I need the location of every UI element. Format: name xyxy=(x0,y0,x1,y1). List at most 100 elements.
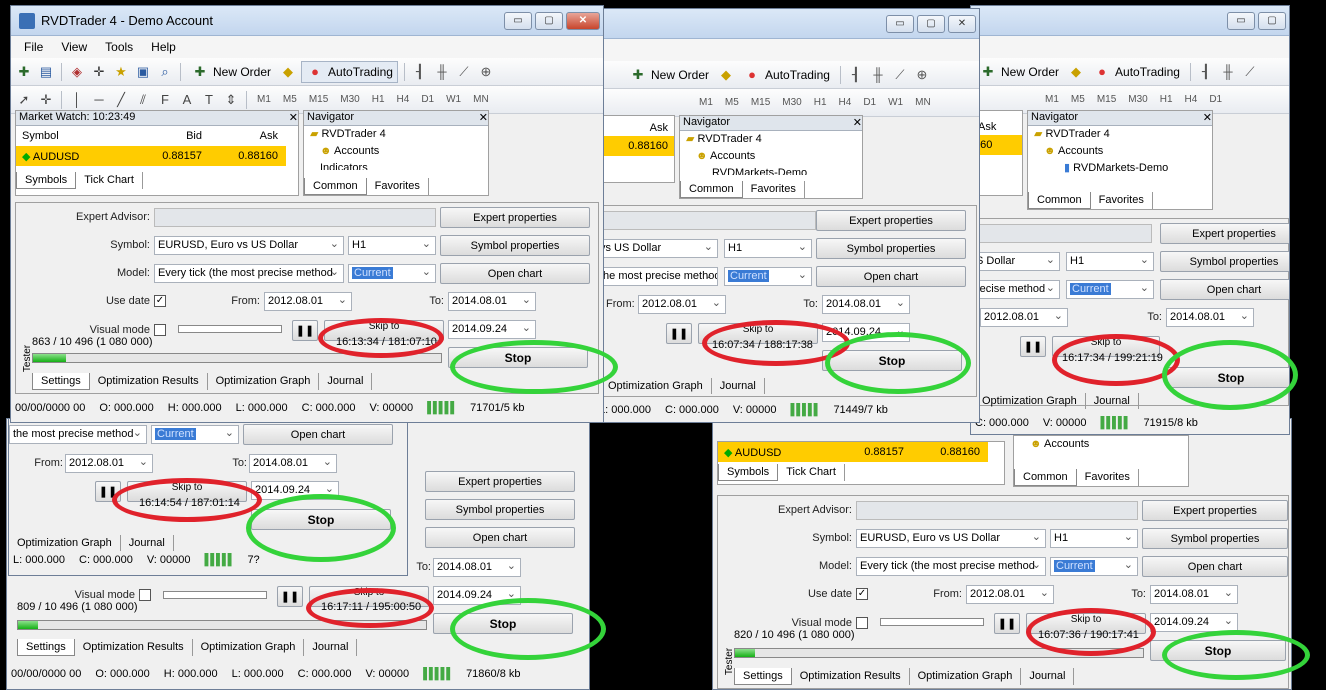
nav-accounts[interactable]: ☻ Accounts xyxy=(310,143,488,160)
channel-icon[interactable]: ⫽ xyxy=(134,91,152,109)
crosshair-tool-icon[interactable]: ✛ xyxy=(37,91,55,109)
symbol-properties-button[interactable]: Symbol properties xyxy=(425,499,575,520)
title-bar[interactable]: ▭ ▢ xyxy=(971,6,1289,36)
new-order-button[interactable]: ✚ New Order xyxy=(187,61,275,83)
tf-h4[interactable]: H4 xyxy=(393,94,414,105)
tf-m15[interactable]: M15 xyxy=(747,97,774,108)
to-date[interactable]: 2014.08.01 xyxy=(1150,585,1238,604)
visual-mode-checkbox[interactable] xyxy=(139,589,151,601)
market-watch-row[interactable]: ◆ AUDUSD 0.88157 0.88160 xyxy=(16,146,286,166)
from-date[interactable]: 2012.08.01 xyxy=(980,308,1068,327)
tf-mn[interactable]: MN xyxy=(469,94,493,105)
period-select[interactable]: H1 xyxy=(724,239,812,258)
tf-h1[interactable]: H1 xyxy=(368,94,389,105)
tf-w1[interactable]: W1 xyxy=(884,97,907,108)
zoom-in-icon[interactable]: ⊕ xyxy=(913,66,931,84)
expert-properties-button[interactable]: Expert properties xyxy=(816,210,966,231)
to-date[interactable]: 2014.08.01 xyxy=(448,292,536,311)
use-date-checkbox[interactable]: ✓ xyxy=(856,588,868,600)
spread-select[interactable]: Current xyxy=(151,425,239,444)
maximize-icon[interactable]: ▢ xyxy=(917,14,945,33)
tf-w1[interactable]: W1 xyxy=(442,94,465,105)
fibonacci-icon[interactable]: F xyxy=(156,91,174,109)
line-chart-icon[interactable]: ⟋ xyxy=(891,66,909,84)
tf-m5[interactable]: M5 xyxy=(279,94,301,105)
symbol-properties-button[interactable]: Symbol properties xyxy=(1142,528,1288,549)
to-date[interactable]: 2014.08.01 xyxy=(1166,308,1254,327)
tf-d1[interactable]: D1 xyxy=(1205,94,1226,105)
pause-button[interactable]: ❚❚ xyxy=(277,586,303,607)
from-date[interactable]: 2012.08.01 xyxy=(966,585,1054,604)
tf-m1[interactable]: M1 xyxy=(253,94,275,105)
close-icon[interactable]: ✕ xyxy=(948,14,976,33)
from-date[interactable]: 2012.08.01 xyxy=(264,292,352,311)
tab-common[interactable]: Common xyxy=(304,178,367,195)
nav-accounts[interactable]: ☻ Accounts xyxy=(686,148,862,165)
model-select[interactable]: the most precise method xyxy=(9,425,147,444)
stop-button[interactable]: Stop xyxy=(1150,640,1286,661)
model-select[interactable]: the most precise method xyxy=(596,267,718,286)
nav-root[interactable]: ▰ RVDTrader 4 xyxy=(1034,126,1212,143)
symbol-properties-button[interactable]: Symbol properties xyxy=(1160,251,1289,272)
arrows-icon[interactable]: ⇕ xyxy=(222,91,240,109)
tab-favorites[interactable]: Favorites xyxy=(1091,192,1153,209)
menu-help[interactable]: Help xyxy=(142,40,185,54)
tf-m15[interactable]: M15 xyxy=(305,94,332,105)
candle-chart-icon[interactable]: ╫ xyxy=(1219,63,1237,81)
maximize-icon[interactable]: ▢ xyxy=(535,11,563,30)
tab-symbols[interactable]: Symbols xyxy=(16,172,77,189)
tf-m30[interactable]: M30 xyxy=(1124,94,1151,105)
expert-properties-button[interactable]: Expert properties xyxy=(440,207,590,228)
text-icon[interactable]: A xyxy=(178,91,196,109)
candle-chart-icon[interactable]: ╫ xyxy=(433,63,451,81)
open-chart-button[interactable]: Open chart xyxy=(1142,556,1288,577)
tab-settings[interactable]: Settings xyxy=(17,639,75,656)
autotrading-button[interactable]: ● AutoTrading xyxy=(1089,61,1184,83)
tab-tick-chart[interactable]: Tick Chart xyxy=(778,464,845,481)
market-watch-row[interactable]: 160 xyxy=(974,135,1022,155)
tab-journal[interactable]: Journal xyxy=(1021,668,1075,685)
tab-common[interactable]: Common xyxy=(1028,192,1091,209)
close-icon[interactable]: ✕ xyxy=(1203,111,1212,125)
model-select[interactable]: Every tick (the most precise method xyxy=(154,264,344,283)
visual-mode-checkbox[interactable] xyxy=(154,324,166,336)
use-date-checkbox[interactable]: ✓ xyxy=(154,295,166,307)
tab-favorites[interactable]: Favorites xyxy=(743,181,805,198)
menu-view[interactable]: View xyxy=(52,40,96,54)
tf-d1[interactable]: D1 xyxy=(417,94,438,105)
expert-advisor-select[interactable] xyxy=(154,208,436,227)
nav-indicators[interactable]: Indicators xyxy=(310,160,488,170)
tab-optimization-results[interactable]: Optimization Results xyxy=(75,639,193,656)
tf-m15[interactable]: M15 xyxy=(1093,94,1120,105)
expert-properties-button[interactable]: Expert properties xyxy=(1142,500,1288,521)
close-icon[interactable]: ✕ xyxy=(479,111,488,125)
pause-button[interactable]: ❚❚ xyxy=(666,323,692,344)
visual-mode-checkbox[interactable] xyxy=(856,617,868,629)
period-select[interactable]: H1 xyxy=(1050,529,1138,548)
from-date[interactable]: 2012.08.01 xyxy=(638,295,726,314)
navigator-icon[interactable]: ★ xyxy=(112,63,130,81)
spread-select[interactable]: Current xyxy=(348,264,436,283)
tab-favorites[interactable]: Favorites xyxy=(367,178,429,195)
tf-m1[interactable]: M1 xyxy=(695,97,717,108)
tab-optimization-graph[interactable]: Optimization Graph xyxy=(193,639,305,656)
symbol-select[interactable]: vs US Dollar xyxy=(596,239,718,258)
zoom-in-icon[interactable]: ⊕ xyxy=(477,63,495,81)
skip-date[interactable]: 2014.09.24 xyxy=(1150,613,1238,632)
tf-h4[interactable]: H4 xyxy=(835,97,856,108)
market-watch-icon[interactable]: ◈ xyxy=(68,63,86,81)
period-select[interactable]: H1 xyxy=(1066,252,1154,271)
minimize-icon[interactable]: ▭ xyxy=(504,11,532,30)
bar-chart-icon[interactable]: ┨ xyxy=(411,63,429,81)
nav-account-item[interactable]: RVDMarkets-Demo xyxy=(686,165,862,175)
skip-date[interactable]: 2014.09.24 xyxy=(822,323,910,342)
tf-h1[interactable]: H1 xyxy=(810,97,831,108)
tab-settings[interactable]: Settings xyxy=(32,373,90,390)
autotrading-button[interactable]: ● AutoTrading xyxy=(739,64,834,86)
stop-button[interactable]: Stop xyxy=(433,613,573,634)
nav-root[interactable]: ▰ RVDTrader 4 xyxy=(310,126,488,143)
open-chart-button[interactable]: Open chart xyxy=(1160,279,1289,300)
minimize-icon[interactable]: ▭ xyxy=(886,14,914,33)
tf-m30[interactable]: M30 xyxy=(778,97,805,108)
model-select[interactable]: recise method xyxy=(972,280,1060,299)
